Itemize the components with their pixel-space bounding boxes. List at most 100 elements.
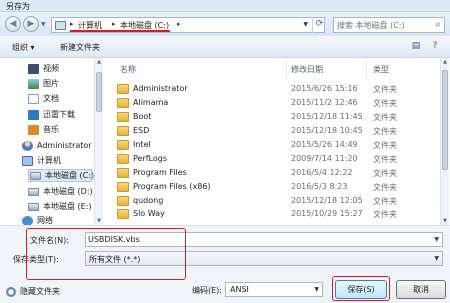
folder-icon — [117, 196, 129, 206]
file-row[interactable]: Administrator 2015/6/26 15:16 文件夹 — [103, 82, 441, 96]
file-date: 2015/10/29 15:27 — [291, 209, 363, 218]
refresh-icon[interactable]: ⟳ — [312, 17, 326, 33]
address-row: ◀ ▶ ▼ ▸ 计算机 ▸ 本地磁盘 (C:) ▸ ▼ ⟳ ⌕ — [0, 12, 450, 36]
file-row[interactable]: Program Files (x86) 2016/5/3 8:23 文件夹 — [103, 180, 441, 194]
scroll-up-icon[interactable]: ▲ — [95, 59, 103, 65]
column-header-date[interactable]: 修改日期 — [291, 64, 323, 75]
file-row[interactable]: PerfLogs 2009/7/14 11:20 文件夹 — [103, 152, 441, 166]
file-row[interactable]: Slo Way 2015/10/29 15:27 文件夹 — [103, 209, 441, 225]
nav-item-videos[interactable]: 视频 — [28, 62, 59, 75]
nav-item-label: 迅雷下载 — [43, 110, 75, 119]
file-date: 2016/5/4 12:22 — [291, 168, 353, 177]
file-type: 文件夹 — [373, 127, 397, 136]
new-folder-button[interactable]: 新建文件夹 — [60, 42, 100, 53]
nav-item-label: 网络 — [37, 216, 53, 225]
chevron-right-icon[interactable]: ▸ — [177, 20, 181, 28]
nav-item-music[interactable]: 音乐 — [28, 123, 59, 136]
file-date: 2015/12/18 10:45 — [291, 126, 363, 135]
encoding-label: 编码(E): — [192, 286, 222, 295]
nav-item-label: 视频 — [43, 64, 59, 73]
music-library-icon — [28, 124, 39, 135]
chevron-down-icon[interactable]: ▼ — [434, 236, 439, 243]
folder-icon — [117, 98, 129, 108]
collapse-icon — [6, 286, 16, 297]
scroll-up-icon[interactable]: ▲ — [441, 59, 449, 65]
back-button[interactable]: ◀ — [5, 16, 21, 32]
navigation-pane: 视频 图片 文档 迅雷下载 音乐 Administrator 计算机 本地磁盘 … — [0, 58, 95, 225]
chevron-right-icon[interactable]: ▸ — [112, 20, 116, 28]
nav-item-label: 本地磁盘 (D:) — [43, 187, 93, 196]
recent-pages-dropdown-icon[interactable]: ▼ — [41, 21, 46, 28]
help-icon[interactable]: ? — [428, 40, 442, 53]
search-input[interactable] — [337, 19, 429, 31]
file-row[interactable]: Program Files 2016/5/4 12:22 文件夹 — [103, 166, 441, 180]
file-list: 名称 修改日期 类型 Administrator 2015/6/26 15:16… — [103, 58, 450, 225]
search-box[interactable]: ⌕ — [333, 17, 445, 33]
user-icon — [22, 140, 33, 151]
nav-item-label: 本地磁盘 (C:) — [45, 171, 95, 180]
nav-item-local-disk-d[interactable]: 本地磁盘 (D:) — [28, 185, 93, 198]
chevron-down-icon[interactable]: ▼ — [314, 286, 319, 293]
address-dropdown-icon[interactable]: ▼ — [303, 21, 308, 28]
file-date: 2015/12/18 11:45 — [291, 112, 363, 121]
column-divider[interactable] — [286, 61, 287, 77]
nav-item-administrator[interactable]: Administrator — [22, 139, 92, 152]
organize-menu[interactable]: 组织 ▾ — [12, 42, 35, 53]
hide-folders-label: 隐藏文件夹 — [20, 287, 60, 296]
file-name: Boot — [133, 112, 152, 121]
file-name: PerfLogs — [133, 154, 168, 163]
forward-button[interactable]: ▶ — [23, 16, 39, 32]
search-icon[interactable]: ⌕ — [435, 19, 441, 30]
file-name: ESD — [133, 126, 150, 135]
chevron-right-icon[interactable]: ▸ — [70, 20, 74, 28]
scrollbar-thumb[interactable] — [96, 72, 102, 112]
file-type: 文件夹 — [373, 183, 397, 192]
folder-icon — [117, 126, 129, 136]
column-divider[interactable] — [366, 61, 367, 77]
highlight-box-save — [332, 276, 390, 301]
nav-item-local-disk-e[interactable]: 本地磁盘 (E:) — [28, 200, 92, 213]
file-type: 文件夹 — [373, 169, 397, 178]
scroll-down-icon[interactable]: ▼ — [441, 218, 449, 224]
file-row[interactable]: Intel 2015/5/26 14:49 文件夹 — [103, 138, 441, 152]
column-header-name[interactable]: 名称 — [120, 64, 136, 75]
window-title: 另存为 — [6, 2, 30, 11]
file-row[interactable]: Alimama 2015/11/2 12:46 文件夹 — [103, 96, 441, 110]
scroll-down-icon[interactable]: ▼ — [95, 218, 103, 224]
computer-icon — [22, 155, 33, 166]
nav-item-pictures[interactable]: 图片 — [28, 77, 59, 90]
computer-icon — [55, 21, 66, 30]
column-header-type[interactable]: 类型 — [373, 64, 389, 75]
chevron-down-icon[interactable]: ▼ — [434, 255, 439, 262]
file-name: Program Files (x86) — [133, 182, 211, 191]
folder-icon — [117, 168, 129, 178]
nav-item-local-disk-c[interactable]: 本地磁盘 (C:) — [28, 169, 95, 182]
file-type: 文件夹 — [373, 155, 397, 164]
nav-item-computer[interactable]: 计算机 — [22, 154, 61, 167]
file-date: 2009/7/14 11:20 — [291, 154, 358, 163]
scrollbar-thumb[interactable] — [442, 70, 448, 170]
download-icon — [28, 109, 39, 120]
file-date: 2015/6/26 15:16 — [291, 84, 358, 93]
nav-pane-scrollbar[interactable]: ▲ ▼ — [94, 58, 103, 225]
nav-item-network[interactable]: 网络 — [22, 214, 53, 225]
folder-icon — [117, 209, 129, 219]
folder-icon — [117, 154, 129, 164]
toolbar: 组织 ▾ 新建文件夹 ▤ ? — [0, 36, 450, 58]
view-options-icon[interactable]: ▤ — [409, 40, 423, 53]
file-row[interactable]: qudong 2015/12/18 12:05 文件夹 — [103, 194, 441, 208]
nav-item-documents[interactable]: 文档 — [28, 92, 59, 105]
nav-item-thunder-downloads[interactable]: 迅雷下载 — [28, 108, 75, 121]
nav-item-label: 音乐 — [43, 125, 59, 134]
cancel-button[interactable]: 取消 — [396, 280, 446, 299]
encoding-select[interactable]: ANSI ▼ — [225, 282, 323, 297]
file-row[interactable]: ESD 2015/12/18 10:45 文件夹 — [103, 124, 441, 138]
drive-icon — [28, 202, 39, 211]
file-date: 2015/12/18 12:05 — [291, 196, 363, 205]
file-list-scrollbar[interactable]: ▲ ▼ — [440, 58, 449, 225]
file-type: 文件夹 — [373, 197, 397, 206]
nav-item-label: Administrator — [37, 141, 92, 150]
nav-item-label: 图片 — [43, 79, 59, 88]
file-row[interactable]: Boot 2015/12/18 11:45 文件夹 — [103, 110, 441, 124]
hide-folders-toggle[interactable]: 隐藏文件夹 — [6, 286, 60, 297]
